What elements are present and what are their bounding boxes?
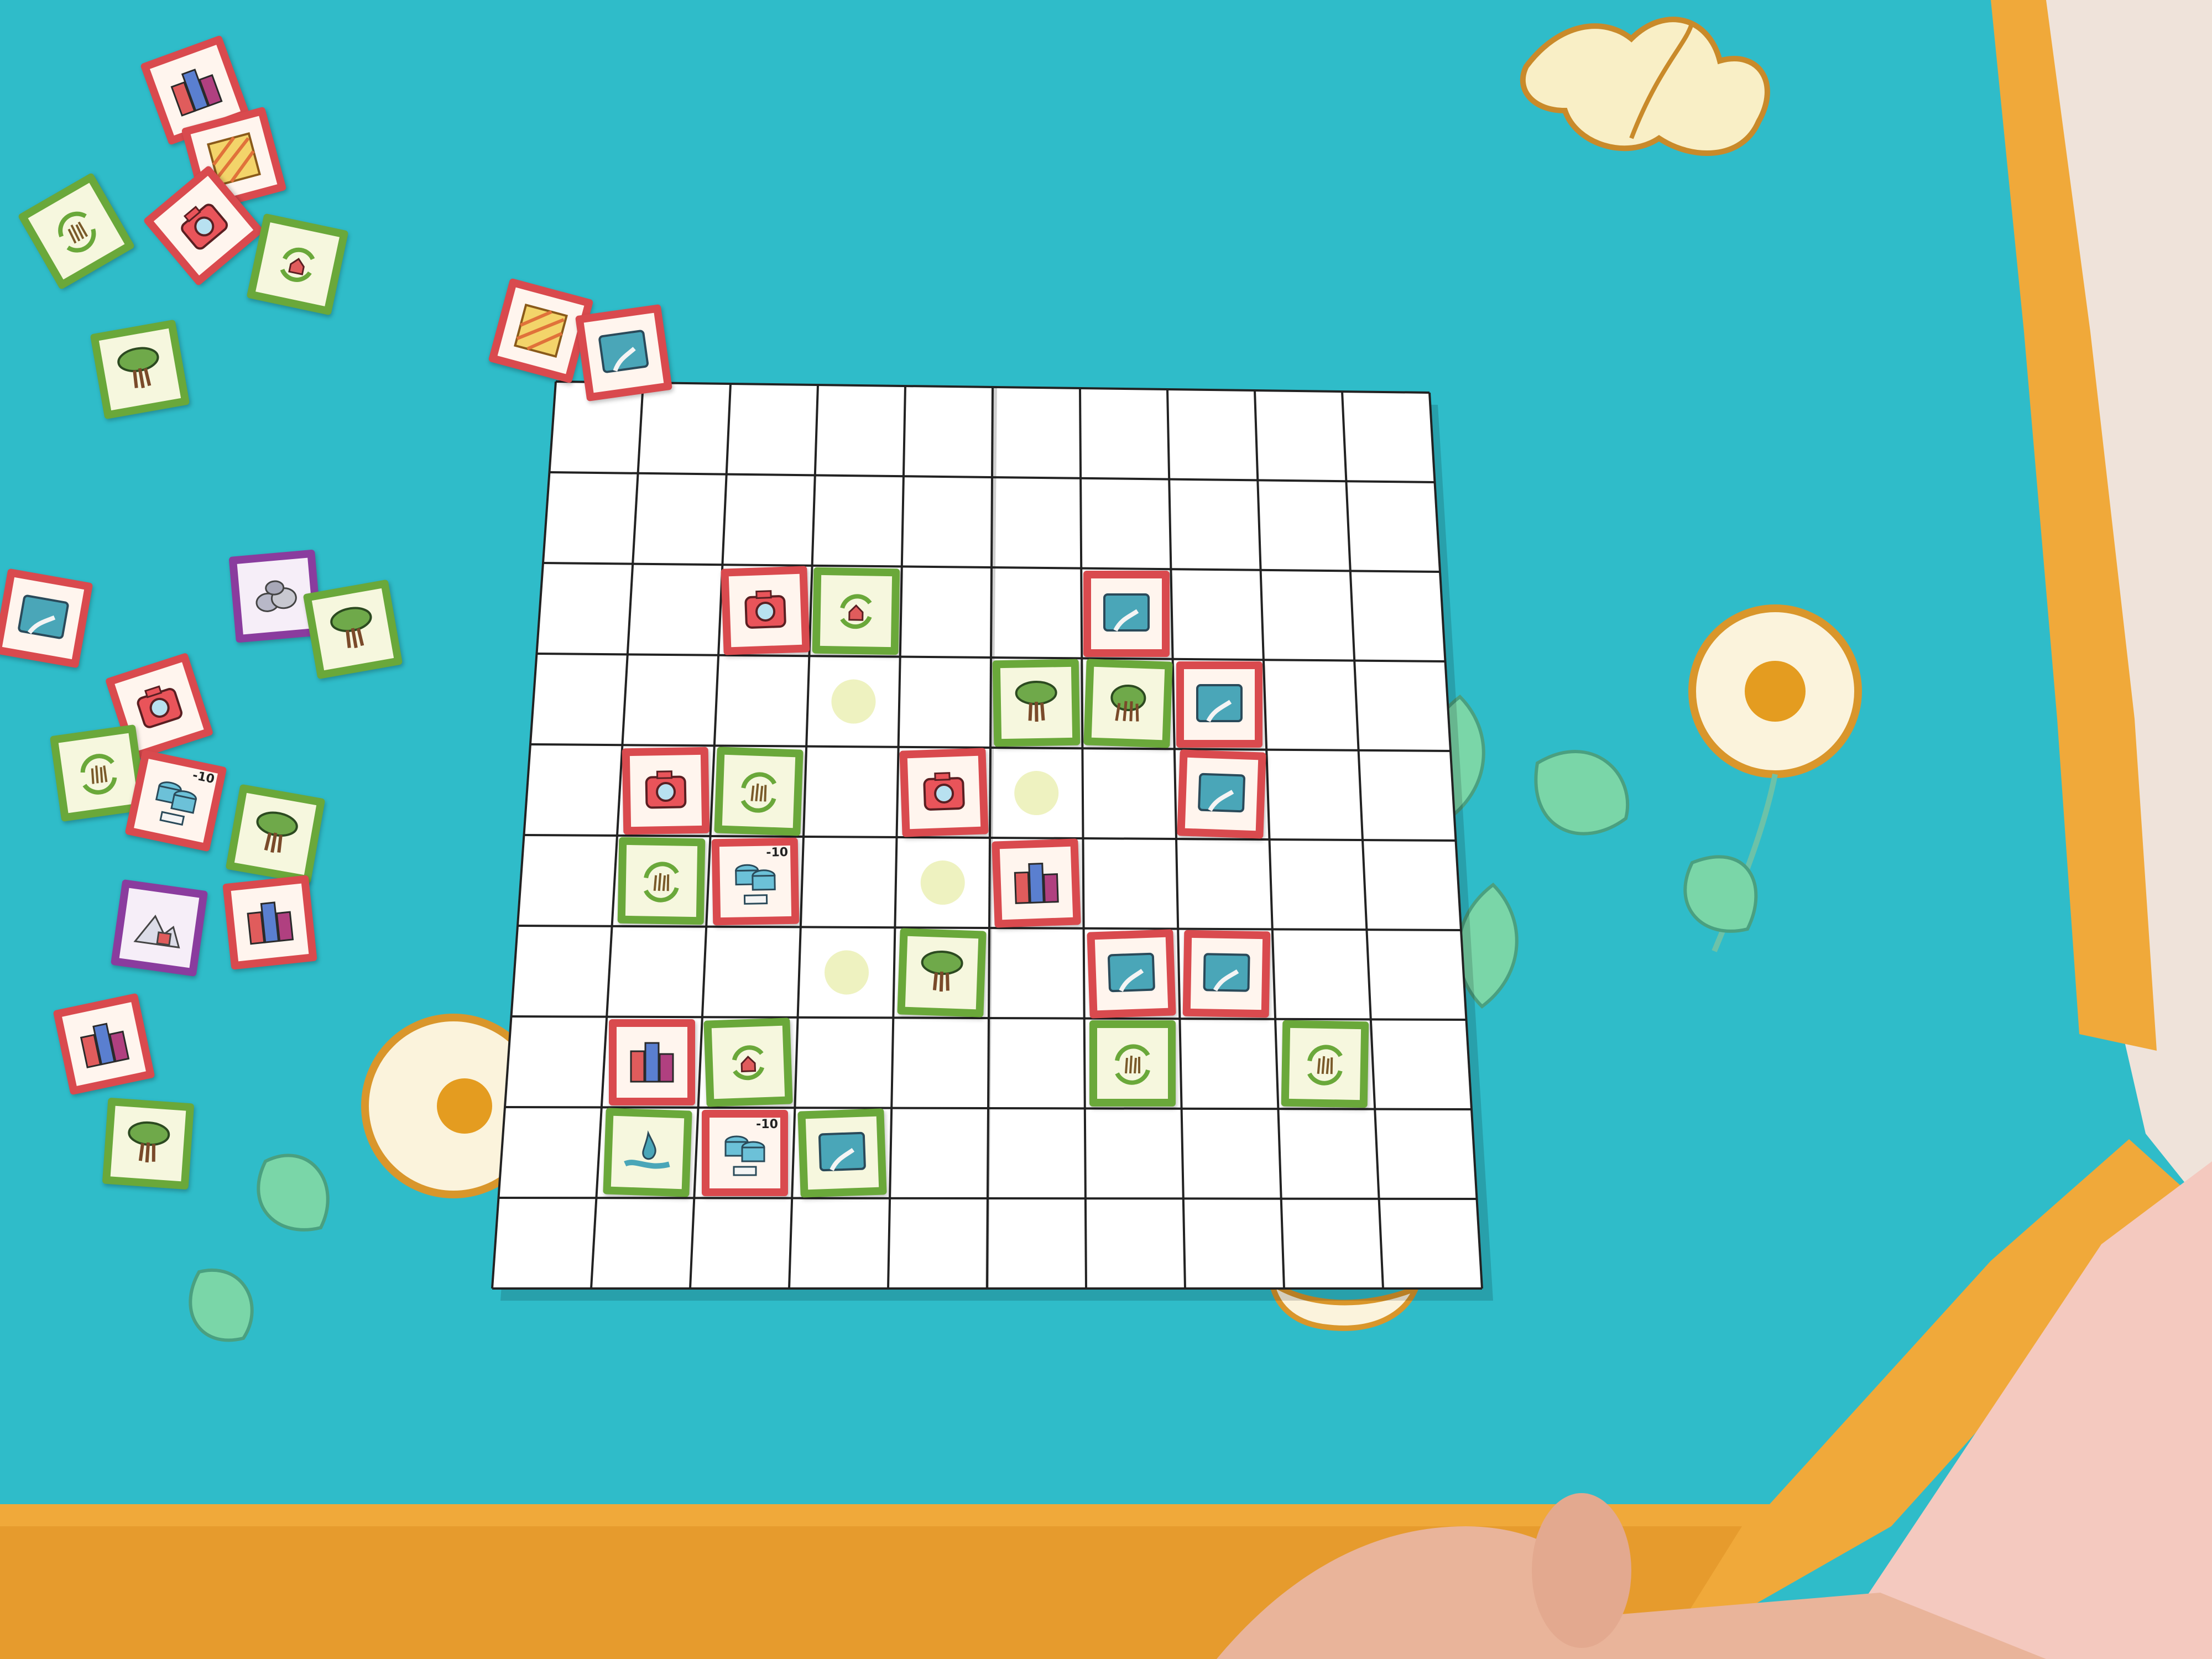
thumb bbox=[1532, 1493, 1631, 1648]
board-marker[interactable] bbox=[831, 679, 876, 724]
board-marker[interactable] bbox=[1014, 771, 1059, 816]
table-scene bbox=[0, 0, 2212, 1659]
grid-line-horizontal bbox=[498, 1197, 1477, 1200]
board-marker[interactable] bbox=[920, 860, 965, 905]
board-marker[interactable] bbox=[825, 950, 869, 995]
